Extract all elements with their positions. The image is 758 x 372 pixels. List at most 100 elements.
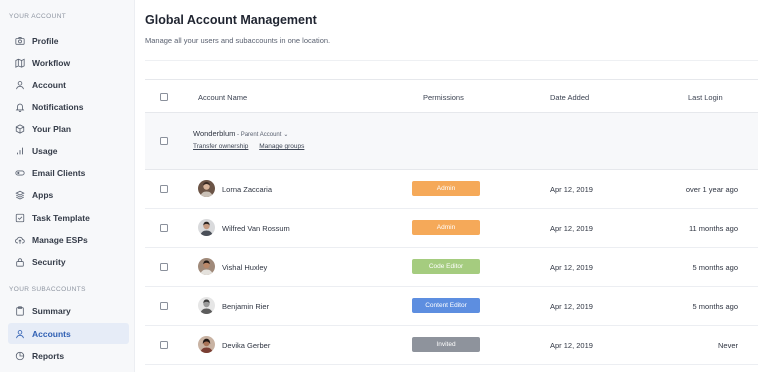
table-header: Account Name Permissions Date Added Last… xyxy=(145,79,758,113)
sidebar-item-label: Your Plan xyxy=(32,123,72,134)
sidebar-item-label: Email Clients xyxy=(32,167,86,178)
sidebar-item-profile[interactable]: Profile xyxy=(8,30,129,51)
table-row: Vishal Huxley Code Editor Apr 12, 2019 5… xyxy=(145,248,758,287)
sidebar-item-summary[interactable]: Summary xyxy=(8,300,129,321)
user-name[interactable]: Wilfred Van Rossum xyxy=(222,224,290,233)
sidebar-item-email-clients[interactable]: Email Clients xyxy=(8,162,129,183)
sidebar-item-label: Workflow xyxy=(32,57,71,68)
sidebar-item-reports[interactable]: Reports xyxy=(8,345,129,366)
table-row: Benjamin Rier Content Editor Apr 12, 201… xyxy=(145,287,758,326)
sidebar-item-label: Accounts xyxy=(32,328,71,339)
sidebar-item-usage[interactable]: Usage xyxy=(8,140,129,161)
date-added: Apr 12, 2019 xyxy=(550,302,593,311)
user-name[interactable]: Lorna Zaccaria xyxy=(222,185,272,194)
sidebar-item-label: Profile xyxy=(32,35,59,46)
sidebar-item-security[interactable]: Security xyxy=(8,251,129,272)
bar-chart-icon xyxy=(14,145,25,156)
header-permissions[interactable]: Permissions xyxy=(423,93,464,102)
sidebar-item-apps[interactable]: Apps xyxy=(8,184,129,205)
avatar xyxy=(198,219,215,236)
page-title: Global Account Management xyxy=(145,13,317,27)
bell-icon xyxy=(14,101,25,112)
sidebar-item-label: Security xyxy=(32,256,66,267)
sidebar-item-accounts[interactable]: Accounts xyxy=(8,323,129,344)
user-name[interactable]: Benjamin Rier xyxy=(222,302,269,311)
permission-badge[interactable]: Code Editor xyxy=(412,259,480,274)
sidebar-item-label: Apps xyxy=(32,189,54,200)
pie-chart-icon xyxy=(14,350,25,361)
accounts-table: Account Name Permissions Date Added Last… xyxy=(145,79,758,365)
clipboard-icon xyxy=(14,305,25,316)
user-icon xyxy=(14,328,25,339)
row-checkbox[interactable] xyxy=(160,302,168,310)
sidebar-item-your-plan[interactable]: Your Plan xyxy=(8,118,129,139)
header-account-name[interactable]: Account Name xyxy=(198,93,247,102)
avatar xyxy=(198,297,215,314)
main-content: Global Account Management Manage all you… xyxy=(135,0,758,372)
date-added: Apr 12, 2019 xyxy=(550,224,593,233)
last-login: Never xyxy=(717,341,738,350)
chevron-down-icon: ⌄ xyxy=(283,132,289,138)
row-checkbox[interactable] xyxy=(160,224,168,232)
row-checkbox[interactable] xyxy=(160,263,168,271)
last-login: 11 months ago xyxy=(688,224,738,233)
row-checkbox[interactable] xyxy=(160,185,168,193)
date-added: Apr 12, 2019 xyxy=(550,185,593,194)
avatar xyxy=(198,180,215,197)
permission-badge[interactable]: Content Editor xyxy=(412,298,480,313)
header-date-added[interactable]: Date Added xyxy=(550,93,589,102)
parent-account-row: Wonderblum - Parent Account ⌄ Transfer ow… xyxy=(145,113,758,170)
last-login: 5 months ago xyxy=(692,263,738,272)
parent-account-dropdown[interactable]: Wonderblum - Parent Account ⌄ xyxy=(193,129,288,138)
parent-account-tag: - Parent Account xyxy=(235,132,282,138)
page-subtitle: Manage all your users and subaccounts in… xyxy=(145,36,331,45)
box-icon xyxy=(14,123,25,134)
user-name[interactable]: Vishal Huxley xyxy=(222,263,267,272)
date-added: Apr 12, 2019 xyxy=(550,341,593,350)
avatar xyxy=(198,336,215,353)
toggle-icon xyxy=(14,167,25,178)
permission-badge[interactable]: Admin xyxy=(412,220,480,235)
permission-badge[interactable]: Admin xyxy=(412,181,480,196)
sidebar-item-label: Task Template xyxy=(32,212,90,223)
parent-account-name: Wonderblum xyxy=(193,129,236,138)
lock-icon xyxy=(14,256,25,267)
sidebar: YOUR ACCOUNT Profile Workflow Account No… xyxy=(0,0,135,372)
user-name[interactable]: Devika Gerber xyxy=(222,341,270,350)
table-row: Wilfred Van Rossum Admin Apr 12, 2019 11… xyxy=(145,209,758,248)
sidebar-item-account[interactable]: Account xyxy=(8,74,129,95)
sidebar-item-label: Reports xyxy=(32,350,65,361)
sidebar-item-task-template[interactable]: Task Template xyxy=(8,207,129,228)
sidebar-item-notifications[interactable]: Notifications xyxy=(8,96,129,117)
permission-badge[interactable]: Invited xyxy=(412,337,480,352)
parent-account-checkbox[interactable] xyxy=(160,137,168,145)
table-row: Lorna Zaccaria Admin Apr 12, 2019 over 1… xyxy=(145,170,758,209)
sidebar-item-label: Account xyxy=(32,79,66,90)
sidebar-item-label: Summary xyxy=(32,305,71,316)
sidebar-item-workflow[interactable]: Workflow xyxy=(8,52,129,73)
layers-icon xyxy=(14,189,25,200)
checkbox-icon xyxy=(14,212,25,223)
parent-account-links: Transfer ownership Manage groups xyxy=(193,143,313,150)
manage-groups-link[interactable]: Manage groups xyxy=(259,143,304,150)
avatar xyxy=(198,258,215,275)
last-login: over 1 year ago xyxy=(685,185,738,194)
select-all-checkbox[interactable] xyxy=(160,93,168,101)
section-label-your-subaccounts: YOUR SUBACCOUNTS xyxy=(9,286,86,293)
last-login: 5 months ago xyxy=(692,302,738,311)
divider xyxy=(145,60,758,61)
date-added: Apr 12, 2019 xyxy=(550,263,593,272)
row-checkbox[interactable] xyxy=(160,341,168,349)
camera-icon xyxy=(14,35,25,46)
header-last-login[interactable]: Last Login xyxy=(688,93,723,102)
sidebar-item-manage-esps[interactable]: Manage ESPs xyxy=(8,229,129,250)
section-label-your-account: YOUR ACCOUNT xyxy=(9,13,67,20)
sidebar-item-label: Usage xyxy=(32,145,58,156)
sidebar-item-label: Manage ESPs xyxy=(32,234,88,245)
cloud-upload-icon xyxy=(14,234,25,245)
map-icon xyxy=(14,57,25,68)
sidebar-item-label: Notifications xyxy=(32,101,84,112)
transfer-ownership-link[interactable]: Transfer ownership xyxy=(193,143,248,150)
user-icon xyxy=(14,79,25,90)
table-row: Devika Gerber Invited Apr 12, 2019 Never xyxy=(145,326,758,365)
